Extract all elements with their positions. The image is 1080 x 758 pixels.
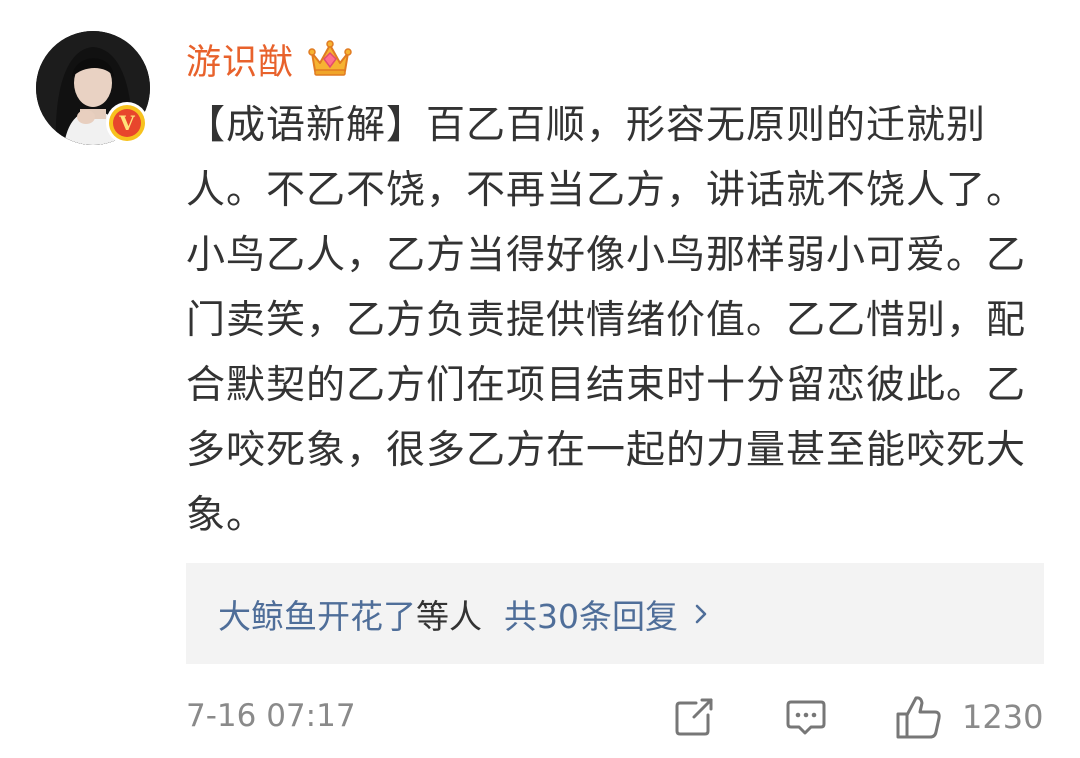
share-button[interactable] (672, 694, 716, 740)
reply-count-link[interactable]: 共30条回复 (504, 590, 678, 638)
chevron-right-icon (695, 604, 707, 623)
comment-header: 游识猷 (186, 30, 352, 88)
comment-card: V 游识猷 【成语新解】百乙百顺，形容无原则的迁就别人。不乙不饶，不再当乙方，讲… (0, 0, 1080, 758)
reply-user-names[interactable]: 大鲸鱼开花了 (218, 590, 416, 638)
timestamp: 7-16 07:17 (186, 698, 356, 734)
thumbs-up-icon (896, 696, 941, 739)
reply-button[interactable] (784, 694, 828, 740)
verified-badge-letter: V (113, 109, 141, 137)
like-button[interactable]: 1230 (894, 694, 1043, 740)
verified-badge-icon: V (106, 102, 148, 144)
replies-preview[interactable]: 大鲸鱼开花了 等人 共30条回复 (186, 563, 1044, 664)
comment-text: 【成语新解】百乙百顺，形容无原则的迁就别人。不乙不饶，不再当乙方，讲话就不饶人了… (186, 103, 1027, 538)
share-icon (675, 698, 713, 736)
comment-footer: 7-16 07:17 1230 (186, 690, 1044, 746)
comment-icon (786, 700, 826, 735)
reply-suffix: 等人 (416, 596, 482, 636)
like-count: 1230 (962, 698, 1044, 736)
username[interactable]: 游识猷 (186, 34, 294, 85)
crown-icon[interactable] (308, 39, 352, 79)
